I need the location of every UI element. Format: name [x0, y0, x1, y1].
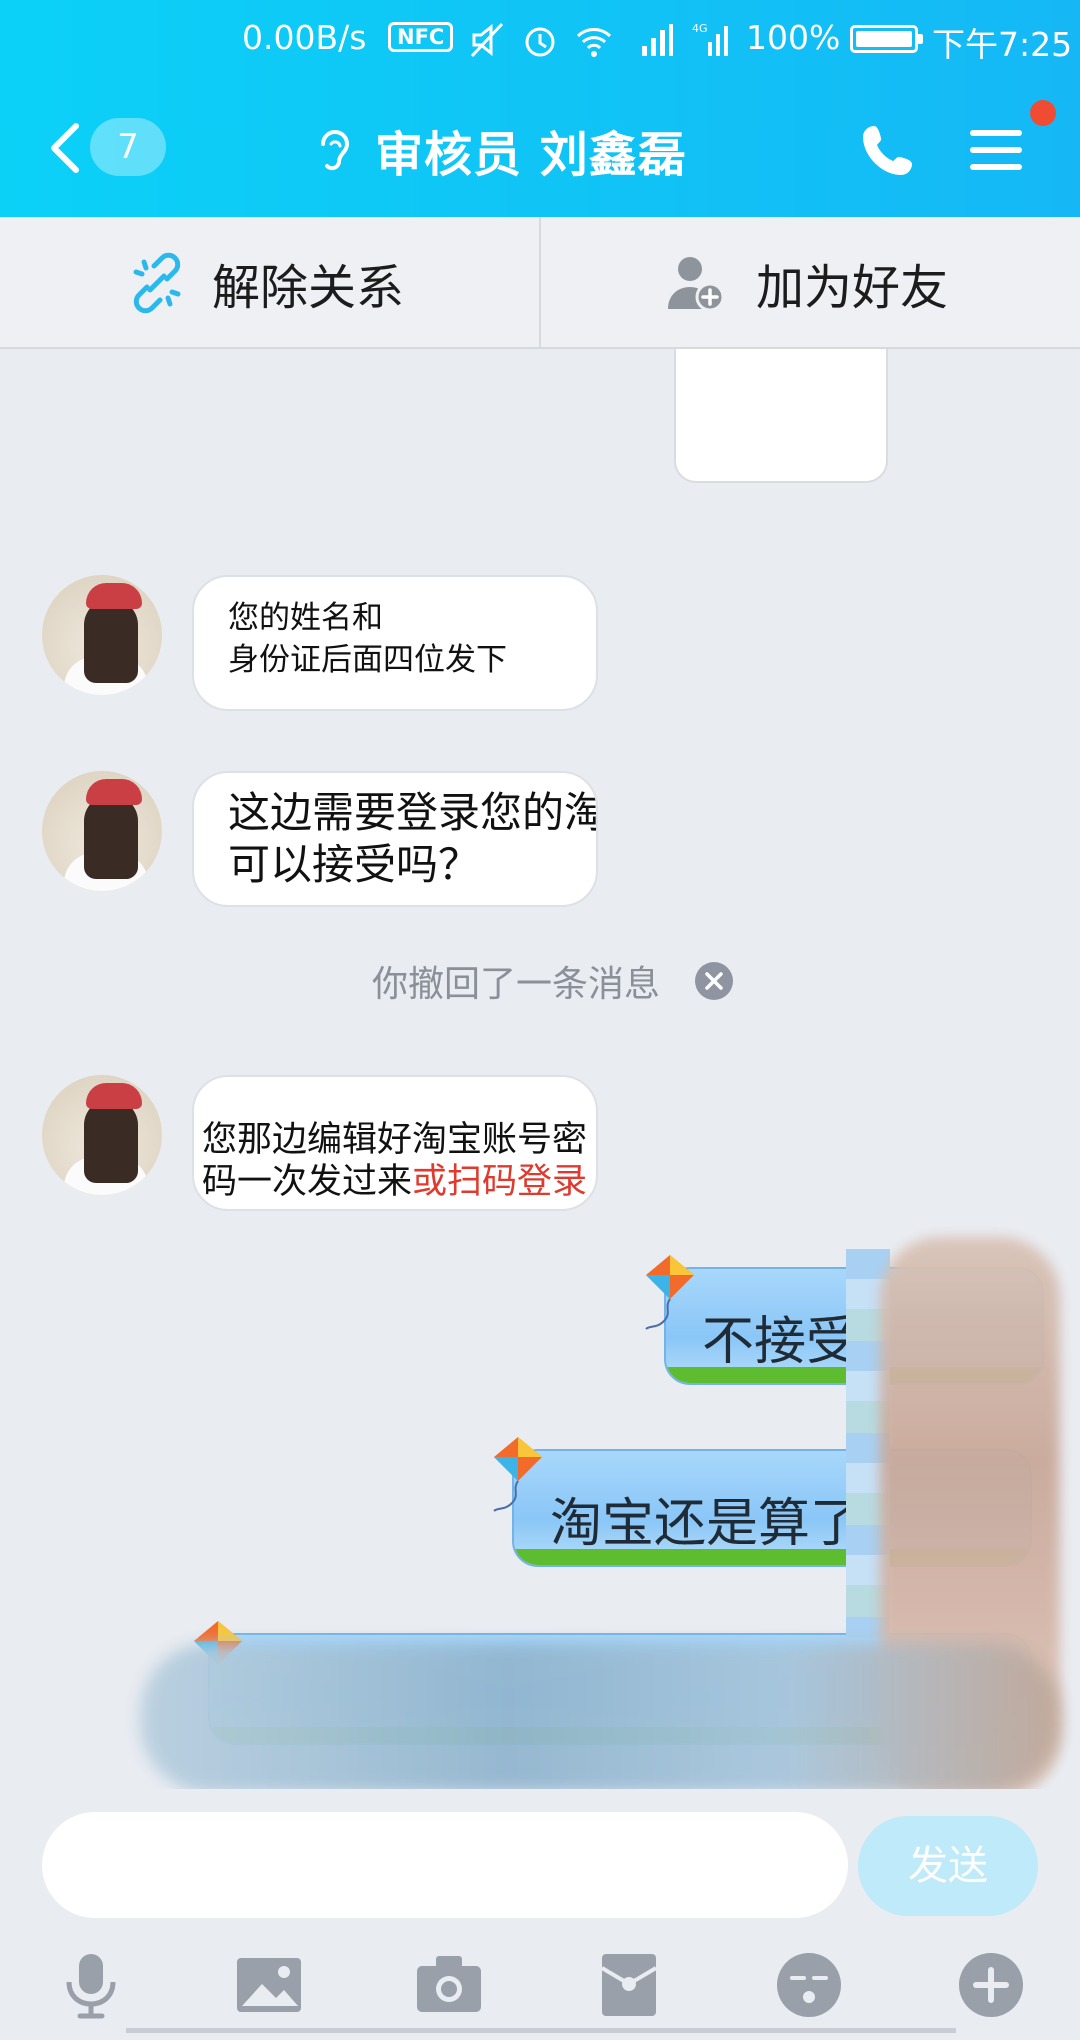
toolbar-indicator [126, 2028, 956, 2033]
add-user-icon [668, 257, 725, 312]
menu-button[interactable] [968, 126, 1024, 174]
mute-icon [470, 22, 504, 58]
message-text-part: 码一次发过来 [202, 1162, 413, 1202]
chat-area[interactable]: 您的姓名和 身份证后面四位发下 这边需要登录您的淘 可以接受吗？ 你撤回了一条消… [0, 349, 1080, 1789]
message-text: 淘宝还是算了 [550, 1494, 863, 1554]
red-packet-icon [600, 1954, 658, 2016]
mic-icon [66, 1954, 116, 2019]
chevron-left-icon [51, 123, 79, 173]
avatar-hat [86, 779, 142, 805]
signal-4g-icon: 4G [692, 22, 728, 56]
nfc-icon: NFC [388, 22, 454, 52]
image-button[interactable] [234, 1950, 304, 2020]
avatar-hair [84, 599, 138, 683]
emoji-icon [777, 1953, 841, 2017]
phone-icon[interactable] [860, 122, 916, 178]
ear-icon [321, 130, 350, 171]
avatar-hat [86, 1083, 142, 1109]
title-group: 审核员 刘鑫磊 [315, 120, 687, 183]
input-toolbar [0, 1940, 1080, 2040]
message-text: 这边需要登录您的淘 [228, 788, 598, 837]
plus-icon [959, 1953, 1023, 2017]
message-bubble[interactable]: 您那边编辑好淘宝账号密 码一次发过来或扫码登录 [192, 1075, 598, 1211]
avatar-hair [84, 1099, 138, 1183]
top-bar: 0.00B/s NFC 4G 100% 下午7:25 7 审核员 刘鑫磊 [0, 0, 1080, 217]
page-title: 审核员 刘鑫磊 [375, 127, 687, 183]
wifi-icon [576, 28, 612, 57]
title-bar: 7 审核员 刘鑫磊 [0, 80, 1080, 217]
divider [539, 217, 541, 349]
menu-bar [970, 147, 1022, 153]
message-text: 码一次发过来或扫码登录 [202, 1161, 587, 1203]
message-text: 您的姓名和 [228, 600, 383, 636]
alarm-icon [525, 27, 555, 57]
menu-bar [970, 164, 1022, 170]
message-text: 可以接受吗？ [228, 840, 481, 889]
battery-icon [850, 25, 923, 53]
redaction-blur [140, 1643, 1060, 1789]
red-packet-button[interactable] [594, 1950, 664, 2020]
message-text: 您那边编辑好淘宝账号密 [202, 1120, 588, 1160]
message-bubble[interactable]: 这边需要登录您的淘 可以接受吗？ [192, 771, 598, 907]
add-friend-label: 加为好友 [756, 260, 949, 316]
status-bar: 0.00B/s NFC 4G 100% 下午7:25 [0, 0, 1080, 80]
relationship-actions: 解除关系 加为好友 [0, 217, 1080, 349]
camera-icon [417, 1956, 481, 2012]
avatar-hair [84, 795, 138, 879]
menu-bar [970, 130, 1022, 136]
unlink-label: 解除关系 [212, 260, 405, 316]
net-speed: 0.00B/s [242, 18, 367, 57]
avatar-hat [86, 583, 142, 609]
signal-icon [642, 24, 673, 56]
avatar[interactable] [42, 575, 162, 695]
plus-button[interactable] [956, 1950, 1026, 2020]
image-message[interactable] [674, 349, 888, 483]
close-icon[interactable] [694, 961, 734, 1001]
message-text-highlight: 或扫码登录 [412, 1162, 588, 1202]
clock: 下午7:25 [932, 25, 1073, 64]
mic-button[interactable] [56, 1950, 126, 2020]
message-input[interactable] [42, 1812, 848, 1918]
camera-button[interactable] [414, 1950, 484, 2020]
kite-icon [493, 1437, 542, 1512]
add-friend-button[interactable]: 加为好友 [666, 217, 948, 349]
kite-icon [645, 1255, 694, 1330]
emoji-button[interactable] [774, 1950, 844, 2020]
image-icon [237, 1958, 301, 2012]
notification-dot [1030, 100, 1056, 126]
message-text: 身份证后面四位发下 [228, 642, 507, 678]
back-button[interactable]: 7 [40, 108, 170, 184]
recall-text: 你撤回了一条消息 [372, 964, 661, 1005]
avatar[interactable] [42, 771, 162, 891]
battery-percent: 100% [746, 18, 841, 57]
svg-text:4G: 4G [692, 22, 708, 35]
send-button[interactable]: 发送 [858, 1816, 1038, 1916]
unlink-button[interactable]: 解除关系 [128, 217, 404, 349]
recall-notice: 你撤回了一条消息 [372, 951, 734, 1011]
message-bubble[interactable]: 您的姓名和 身份证后面四位发下 [192, 575, 598, 711]
message-text: 不接受 [702, 1312, 859, 1372]
unread-badge: 7 [90, 118, 166, 176]
avatar[interactable] [42, 1075, 162, 1195]
broken-link-icon [133, 252, 181, 314]
